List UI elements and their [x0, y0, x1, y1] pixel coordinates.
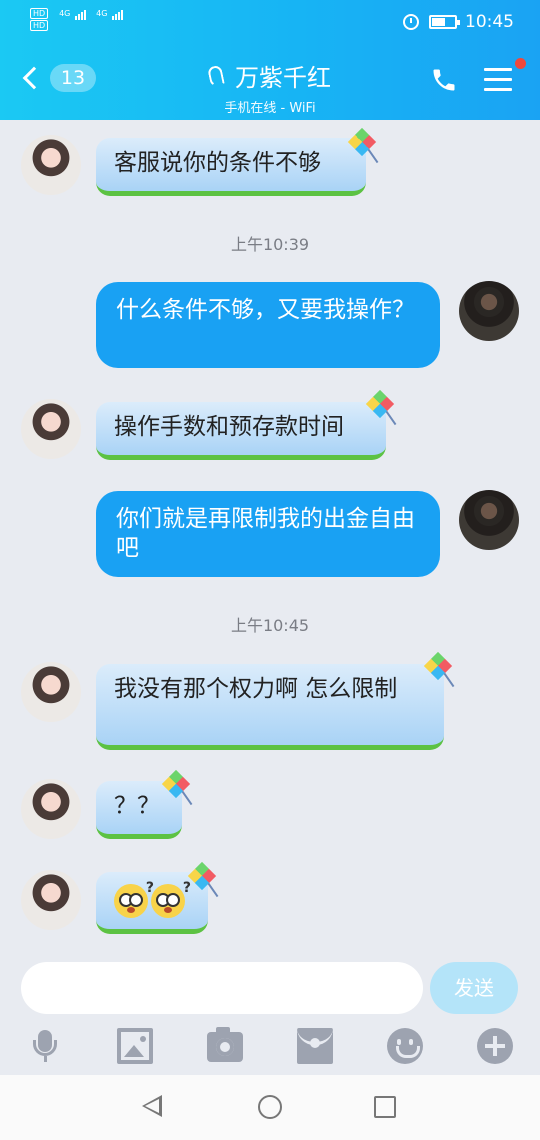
image-icon[interactable] [117, 1028, 153, 1064]
contact-avatar[interactable] [21, 779, 81, 839]
composer: 发送 [0, 950, 540, 1075]
self-avatar[interactable] [459, 281, 519, 341]
battery-level [432, 18, 445, 26]
message-bubble-outgoing[interactable]: 什么条件不够，又要我操作？ [96, 282, 440, 368]
message-text: 什么条件不够，又要我操作？ [116, 297, 415, 323]
system-nav-bar [0, 1075, 540, 1140]
signal-bars-icon [112, 8, 124, 20]
recents-icon[interactable] [374, 1096, 396, 1118]
timestamp: 上午10:39 [230, 235, 310, 254]
signal-bars-icon [75, 8, 87, 20]
alarm-icon [403, 14, 419, 30]
chat-header: HD 4G 4G HD 10:45 13 万紫千红 手机在线 - WiFi [0, 0, 540, 120]
contact-avatar[interactable] [21, 135, 81, 195]
menu-icon[interactable] [484, 68, 512, 98]
composer-toolbar [0, 1027, 540, 1068]
phone-icon[interactable] [430, 66, 458, 94]
message-text: 操作手数和预存款时间 [114, 414, 344, 440]
emoji-icon[interactable] [387, 1028, 423, 1064]
dizzy-emoji-icon: ? [114, 880, 154, 918]
message-bubble-incoming[interactable]: 我没有那个权力啊 怎么限制 [96, 664, 444, 750]
status-bar-right: 10:45 [403, 12, 514, 32]
contact-title-block[interactable]: 万紫千红 手机在线 - WiFi [0, 58, 540, 116]
message-text: 我没有那个权力啊 怎么限制 [114, 676, 398, 702]
message-input[interactable] [21, 962, 423, 1014]
microphone-icon[interactable] [27, 1028, 63, 1064]
kite-tail [443, 672, 455, 688]
home-icon[interactable] [258, 1095, 282, 1119]
signal-label: 4G [59, 9, 71, 18]
hd-badge: HD [30, 8, 49, 19]
message-bubble-incoming[interactable]: ?? [96, 872, 208, 934]
send-button[interactable]: 发送 [430, 962, 518, 1014]
message-text: ？？ [114, 793, 160, 819]
kite-tail [207, 882, 219, 898]
signal-label: 4G [96, 9, 108, 18]
message-text: 你们就是再限制我的出金自由吧 [116, 506, 415, 561]
back-icon[interactable] [142, 1095, 162, 1117]
contact-avatar[interactable] [21, 662, 81, 722]
status-bar-left: HD 4G 4G HD [30, 8, 124, 32]
battery-icon [429, 15, 460, 29]
message-bubble-incoming[interactable]: 客服说你的条件不够 [96, 138, 366, 196]
contact-status: 手机在线 - WiFi [224, 101, 316, 116]
message-bubble-outgoing[interactable]: 你们就是再限制我的出金自由吧 [96, 491, 440, 577]
ear-icon [207, 64, 225, 87]
self-avatar[interactable] [459, 490, 519, 550]
dizzy-emoji-icon: ? [151, 880, 191, 918]
timestamp: 上午10:45 [230, 616, 310, 635]
contact-name: 万紫千红 [235, 64, 331, 92]
contact-avatar[interactable] [21, 870, 81, 930]
kite-tail [367, 148, 379, 164]
hd-badge: HD [30, 20, 49, 31]
status-time: 10:45 [465, 12, 514, 32]
notification-dot [515, 58, 526, 69]
camera-icon[interactable] [207, 1027, 243, 1062]
kite-tail [385, 410, 397, 426]
message-text: 客服说你的条件不够 [114, 150, 321, 176]
kite-tail [181, 790, 193, 806]
red-packet-icon[interactable] [297, 1028, 333, 1064]
plus-icon[interactable] [477, 1028, 513, 1064]
message-bubble-incoming[interactable]: 操作手数和预存款时间 [96, 402, 386, 460]
contact-avatar[interactable] [21, 399, 81, 459]
